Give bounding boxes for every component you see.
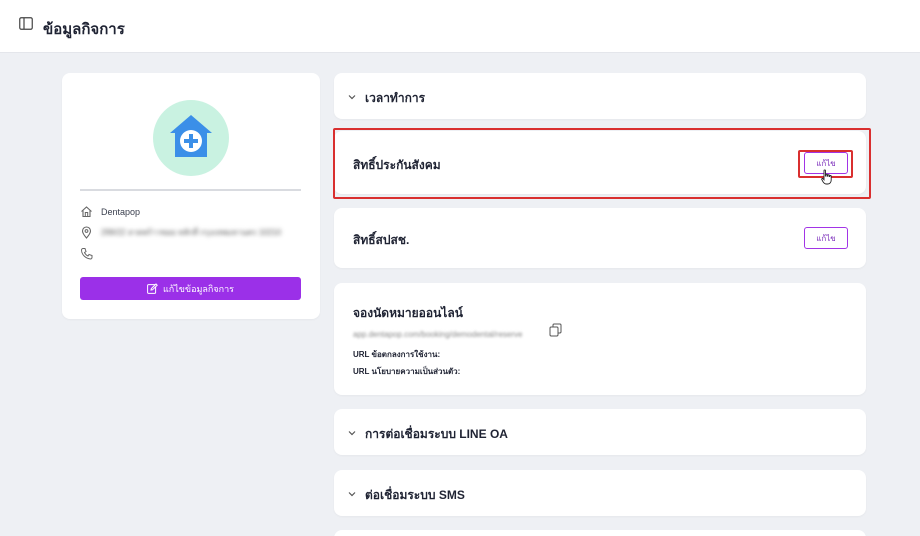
page-title: ข้อมูลกิจการ bbox=[43, 21, 125, 38]
online-booking-title: จองนัดหมายออนไลน์ bbox=[353, 306, 463, 320]
nhso-section: สิทธิ์สปสช. แก้ไข bbox=[334, 208, 866, 268]
highlight-box bbox=[333, 128, 871, 199]
copy-icon[interactable] bbox=[549, 323, 562, 337]
chevron-down-icon bbox=[348, 492, 356, 497]
business-name-row: Dentapop bbox=[80, 205, 140, 218]
nhso-edit-button[interactable]: แก้ไข bbox=[804, 227, 848, 249]
address-row: 299/22 ลาดพร้าวซอย หลักสี่ กรุงเทพมหานคร… bbox=[80, 226, 281, 239]
phone-icon bbox=[80, 248, 93, 260]
edit-icon bbox=[147, 283, 158, 294]
online-booking-section: จองนัดหมายออนไลน์ bbox=[334, 283, 866, 395]
edit-business-button[interactable]: แก้ไขข้อมูลกิจการ bbox=[80, 277, 301, 300]
line-oa-section[interactable]: การต่อเชื่อมระบบ LINE OA bbox=[334, 409, 866, 455]
home-icon bbox=[81, 206, 92, 218]
working-hours-section[interactable]: เวลาทำการ bbox=[334, 73, 866, 119]
hand-cursor-icon bbox=[821, 169, 832, 185]
business-name: Dentapop bbox=[101, 206, 141, 217]
next-section bbox=[334, 530, 866, 536]
phone-row bbox=[80, 247, 101, 260]
sms-section[interactable]: ต่อเชื่อมระบบ SMS bbox=[334, 470, 866, 516]
divider bbox=[80, 189, 301, 191]
terms-url-label: URL ข้อตกลงการใช้งาน: bbox=[353, 350, 441, 359]
sms-title: ต่อเชื่อมระบบ SMS bbox=[365, 488, 465, 502]
line-oa-title: การต่อเชื่อมระบบ LINE OA bbox=[365, 427, 508, 441]
location-pin-icon bbox=[81, 226, 92, 239]
chevron-down-icon bbox=[348, 95, 356, 100]
working-hours-title: เวลาทำการ bbox=[365, 91, 426, 105]
chevron-down-icon bbox=[348, 431, 356, 436]
clinic-house-plus-icon bbox=[170, 115, 212, 157]
edit-business-label: แก้ไขข้อมูลกิจการ bbox=[163, 283, 234, 294]
sidebar-panel-icon[interactable] bbox=[19, 17, 33, 30]
booking-link[interactable]: app.dentapop.com/booking/demodental/rese… bbox=[353, 330, 522, 339]
business-profile-card: Dentapop 299/22 ลาดพร้าวซอย หลักสี่ กรุง… bbox=[62, 73, 320, 319]
top-bar: ข้อมูลกิจการ bbox=[0, 0, 920, 53]
privacy-url-label: URL นโยบายความเป็นส่วนตัว: bbox=[353, 367, 461, 376]
business-address: 299/22 ลาดพร้าวซอย หลักสี่ กรุงเทพมหานคร… bbox=[101, 228, 282, 237]
avatar bbox=[153, 100, 229, 176]
nhso-title: สิทธิ์สปสช. bbox=[353, 233, 410, 247]
